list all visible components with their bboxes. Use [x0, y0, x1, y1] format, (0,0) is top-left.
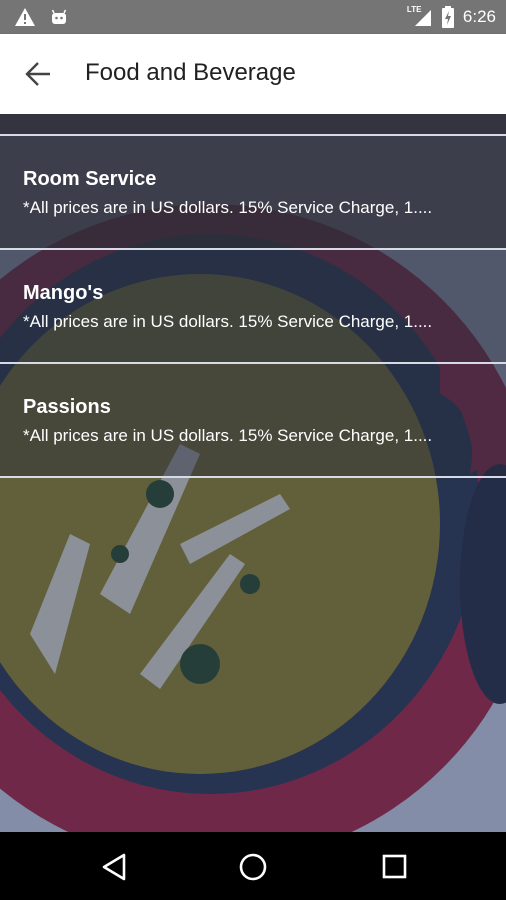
battery-charging-icon [441, 6, 454, 28]
navigation-bar [0, 832, 506, 900]
warning-icon [15, 8, 35, 26]
nav-home-button[interactable] [235, 850, 271, 884]
status-bar: LTE 6:26 [0, 0, 506, 34]
home-circle-icon [239, 853, 267, 881]
list-item-title: Passions [23, 396, 111, 418]
arrow-back-icon [25, 62, 50, 86]
list-item-title: Room Service [23, 168, 157, 190]
status-time: 6:26 [462, 7, 496, 26]
app-bar: Food and Beverage [0, 34, 506, 114]
signal-icon: LTE [406, 5, 433, 28]
content-area: Room Service *All prices are in US dolla… [0, 114, 506, 832]
list-item-description: *All prices are in US dollars. 15% Servi… [23, 426, 433, 445]
back-button[interactable] [22, 58, 56, 90]
network-type-label: LTE [406, 5, 422, 14]
list-item-description: *All prices are in US dollars. 15% Servi… [23, 198, 433, 217]
list-item-description: *All prices are in US dollars. 15% Servi… [23, 312, 433, 331]
list-item[interactable]: Room Service *All prices are in US dolla… [0, 136, 506, 250]
list-item[interactable]: Mango's *All prices are in US dollars. 1… [0, 250, 506, 364]
list-item[interactable]: Passions *All prices are in US dollars. … [0, 364, 506, 478]
recents-square-icon [382, 854, 407, 879]
restaurant-list: Room Service *All prices are in US dolla… [0, 114, 506, 478]
list-item-title: Mango's [23, 282, 104, 304]
android-icon [51, 9, 67, 24]
nav-back-button[interactable] [98, 850, 134, 884]
nav-recents-button[interactable] [376, 850, 412, 884]
back-triangle-icon [102, 853, 126, 881]
list-top-divider [0, 114, 506, 136]
page-title: Food and Beverage [85, 59, 296, 86]
